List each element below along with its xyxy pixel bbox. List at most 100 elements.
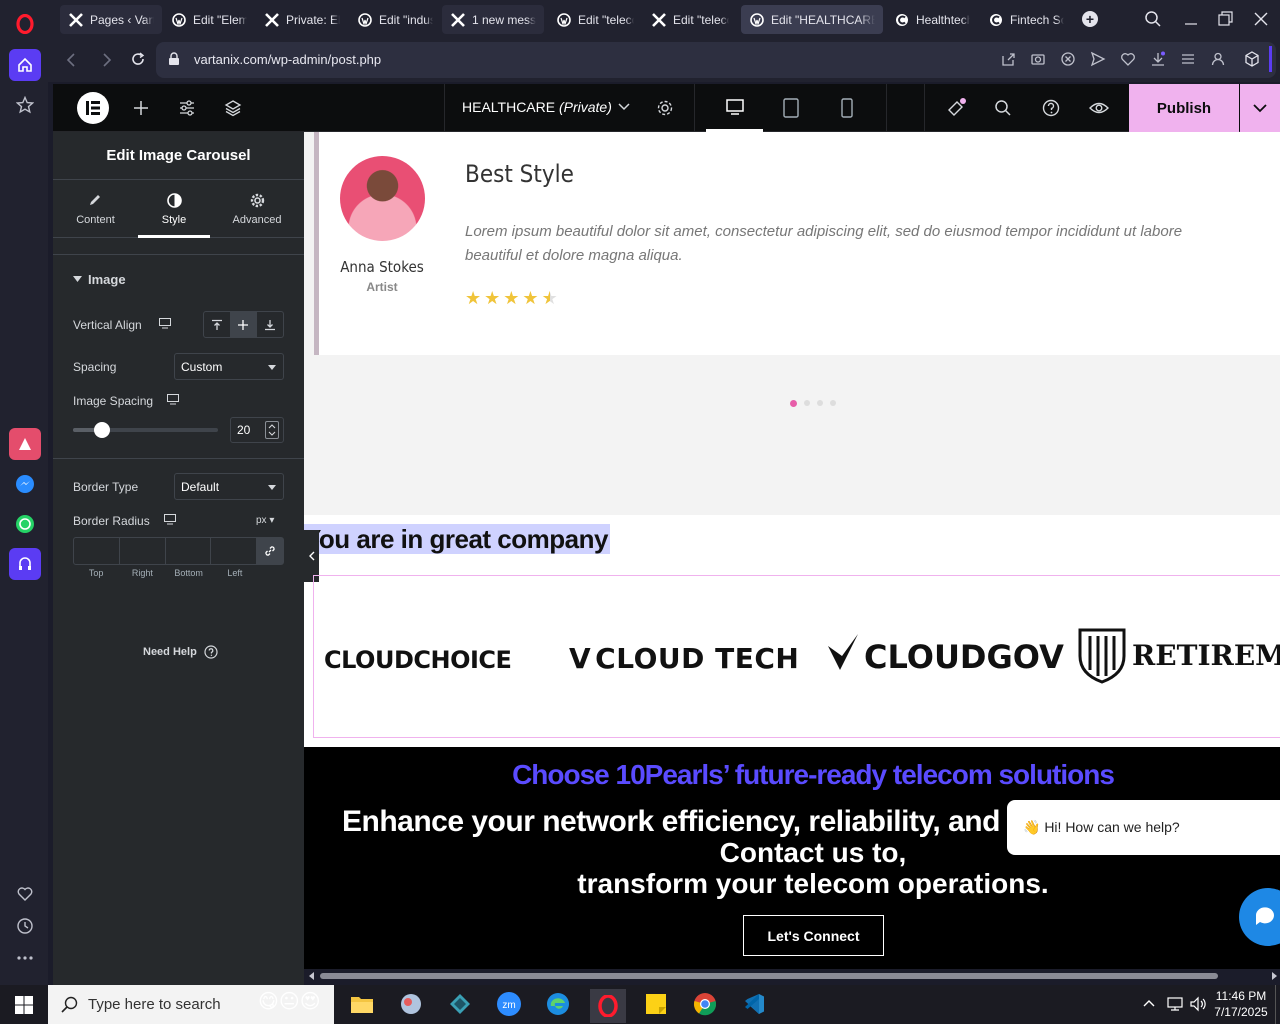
page-title-dropdown[interactable]: HEALTHCARE (Private) xyxy=(462,99,612,115)
site-settings-icon[interactable] xyxy=(178,99,196,117)
page-settings-gear-icon[interactable] xyxy=(656,99,674,117)
carousel-dot[interactable] xyxy=(817,400,823,406)
profile-icon[interactable] xyxy=(1210,51,1226,67)
image-spacing-slider[interactable] xyxy=(73,422,218,438)
testimonial-card[interactable]: Anna Stokes Artist Best Style Lorem ipsu… xyxy=(314,132,1280,355)
tab[interactable]: Edit "telecon xyxy=(548,5,642,34)
carousel-dot[interactable] xyxy=(804,400,810,406)
minimize-icon[interactable] xyxy=(1182,10,1200,28)
zoom-app-icon[interactable]: zm xyxy=(494,989,524,1019)
section-header-image[interactable]: Image xyxy=(73,272,126,287)
publish-button[interactable]: Publish xyxy=(1129,84,1239,132)
back-icon[interactable] xyxy=(64,52,78,68)
heart-outline-icon[interactable] xyxy=(1120,51,1136,67)
notifications-megaphone-icon[interactable] xyxy=(946,98,966,118)
tablet-view-icon[interactable] xyxy=(783,98,799,118)
mobile-view-icon[interactable] xyxy=(841,98,853,118)
messenger-icon[interactable] xyxy=(9,468,41,500)
preview-eye-icon[interactable] xyxy=(1089,100,1109,116)
tab-style[interactable]: Style xyxy=(138,180,210,238)
radius-left-input[interactable] xyxy=(211,538,257,564)
tab-content[interactable]: Content xyxy=(63,180,128,238)
history-icon[interactable] xyxy=(9,910,41,942)
align-middle-icon[interactable] xyxy=(230,312,257,337)
opera-taskbar-icon[interactable] xyxy=(590,989,626,1023)
heart-icon[interactable] xyxy=(9,878,41,910)
tab[interactable]: Edit "telecon xyxy=(643,5,737,34)
download-icon[interactable] xyxy=(1150,51,1166,67)
whatsapp-icon[interactable] xyxy=(9,508,41,540)
tab[interactable]: Fintech Solu xyxy=(980,5,1072,34)
adblock-icon[interactable] xyxy=(1060,51,1076,67)
music-player-icon[interactable] xyxy=(9,548,41,580)
spacing-select[interactable]: Custom xyxy=(174,353,284,380)
carousel-dot[interactable] xyxy=(830,400,836,406)
weather-app-icon[interactable] xyxy=(396,989,426,1019)
search-icon[interactable] xyxy=(994,99,1012,117)
forward-icon[interactable] xyxy=(100,52,114,68)
show-desktop-button[interactable] xyxy=(1275,985,1280,1024)
chevron-down-icon[interactable] xyxy=(618,102,630,112)
app-diamond-icon[interactable] xyxy=(445,989,475,1019)
windows-start-icon[interactable] xyxy=(15,996,33,1014)
tab[interactable]: 1 new messa xyxy=(442,5,544,34)
extensions-cube-icon[interactable] xyxy=(1244,51,1260,67)
tab-advanced[interactable]: Advanced xyxy=(221,180,293,238)
responsive-desktop-icon[interactable] xyxy=(159,318,171,329)
border-type-select[interactable]: Default xyxy=(174,473,284,500)
tab[interactable]: Edit "industr xyxy=(349,5,441,34)
help-icon[interactable] xyxy=(1042,99,1060,117)
new-tab-button[interactable]: + xyxy=(1082,11,1098,27)
align-top-icon[interactable] xyxy=(204,312,230,337)
number-stepper[interactable] xyxy=(265,421,279,439)
file-explorer-icon[interactable] xyxy=(347,989,377,1019)
scroll-left-icon[interactable] xyxy=(308,972,316,980)
responsive-desktop-icon[interactable] xyxy=(164,514,176,525)
publish-options-button[interactable] xyxy=(1240,84,1280,132)
canvas-scrollbar[interactable] xyxy=(304,969,1280,983)
desktop-view-icon[interactable] xyxy=(726,99,744,115)
slider-handle[interactable] xyxy=(94,422,110,438)
responsive-desktop-icon[interactable] xyxy=(167,394,179,405)
system-clock[interactable]: 11:46 PM 7/17/2025 xyxy=(1212,988,1270,1020)
tab[interactable]: Edit "Elemen xyxy=(163,5,255,34)
chrome-icon[interactable] xyxy=(690,989,720,1019)
tab-active[interactable]: Edit "HEALTHCARE" v xyxy=(741,5,883,34)
structure-layers-icon[interactable] xyxy=(224,99,242,117)
align-bottom-icon[interactable] xyxy=(257,312,283,337)
radius-top-input[interactable] xyxy=(74,538,120,564)
close-window-icon[interactable] xyxy=(1252,10,1270,28)
link-values-icon[interactable] xyxy=(257,538,283,564)
search-tabs-icon[interactable] xyxy=(1144,10,1162,28)
tab[interactable]: Private: Elem xyxy=(256,5,348,34)
star-icon[interactable] xyxy=(9,89,41,121)
image-spacing-input[interactable]: 20 xyxy=(230,417,284,443)
aria-icon[interactable] xyxy=(9,428,41,460)
url-field[interactable]: vartanix.com/wp-admin/post.php xyxy=(156,42,1276,78)
edge-browser-icon[interactable] xyxy=(543,989,573,1019)
share-icon[interactable] xyxy=(1000,51,1016,67)
company-heading[interactable]: You are in great company xyxy=(304,524,610,554)
add-element-icon[interactable] xyxy=(132,99,150,117)
scrollbar-thumb[interactable] xyxy=(320,973,1218,979)
reload-icon[interactable] xyxy=(130,51,146,67)
opera-logo-icon[interactable] xyxy=(9,8,41,40)
unit-selector[interactable]: px ▾ xyxy=(256,515,274,526)
show-hidden-icons-chevron-icon[interactable] xyxy=(1143,998,1155,1008)
chat-greeting-bubble[interactable]: 👋 Hi! How can we help? xyxy=(1007,800,1280,855)
menu-icon[interactable] xyxy=(1180,51,1196,67)
lets-connect-button[interactable]: Let's Connect xyxy=(743,915,884,956)
more-options-icon[interactable] xyxy=(9,942,41,974)
taskbar-search-box[interactable]: Type here to search 😋😐😍 xyxy=(48,985,334,1024)
radius-right-input[interactable] xyxy=(120,538,166,564)
restore-icon[interactable] xyxy=(1216,10,1234,28)
network-icon[interactable] xyxy=(1166,996,1184,1012)
scroll-right-icon[interactable] xyxy=(1270,972,1278,980)
tab[interactable]: Pages ‹ Varta xyxy=(60,5,162,34)
sticky-notes-icon[interactable] xyxy=(641,989,671,1019)
image-carousel[interactable]: CLOUDCHOICE V CLOUD TECH CLOUDGOV RETIREM… xyxy=(313,575,1280,738)
tab[interactable]: Healthtech S xyxy=(886,5,978,34)
carousel-dot-active[interactable] xyxy=(790,400,797,407)
vscode-icon[interactable] xyxy=(739,989,769,1019)
need-help-link[interactable]: Need Help xyxy=(143,645,218,659)
